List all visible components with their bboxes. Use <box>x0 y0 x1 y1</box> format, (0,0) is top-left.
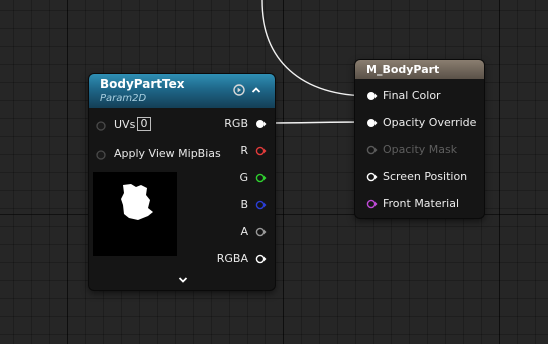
node-title: M_BodyPart <box>366 63 440 76</box>
material-node-header[interactable]: M_BodyPart <box>355 60 484 79</box>
input-pin-final-color[interactable] <box>366 91 378 101</box>
mipbias-input-pin[interactable] <box>95 150 107 160</box>
texture-preview <box>93 172 177 256</box>
uvs-input-pin[interactable] <box>95 121 107 131</box>
output-pin-rgb[interactable] <box>255 119 267 129</box>
input-label-screen-position: Screen Position <box>383 170 468 183</box>
material-output-node[interactable]: M_BodyPart Final Color Opacity Override … <box>355 60 484 218</box>
output-label-g: G <box>239 171 248 184</box>
mipbias-label: Apply View MipBias <box>114 147 221 160</box>
output-pin-a[interactable] <box>255 227 267 237</box>
node-subtitle: Param2D <box>100 93 147 104</box>
play-circle-icon[interactable] <box>232 83 246 97</box>
output-label-a: A <box>240 225 248 238</box>
uvs-label: UVs <box>114 118 136 131</box>
texture-parameter-node[interactable]: BodyPartTex Param2D UVs 0 Apply View Mip… <box>89 74 275 290</box>
input-pin-opacity-mask[interactable] <box>366 145 378 155</box>
texture-node-header[interactable]: BodyPartTex Param2D <box>89 74 275 108</box>
output-pin-r[interactable] <box>255 146 267 156</box>
node-title: BodyPartTex <box>100 77 185 91</box>
input-pin-front-material[interactable] <box>366 199 378 209</box>
body-part-shape-icon <box>121 184 153 220</box>
output-label-rgba: RGBA <box>216 252 248 265</box>
input-label-opacity-mask: Opacity Mask <box>383 143 458 156</box>
output-pin-g[interactable] <box>255 173 267 183</box>
output-pin-b[interactable] <box>255 200 267 210</box>
chevron-down-icon[interactable] <box>176 274 190 286</box>
input-label-front-material: Front Material <box>383 197 460 210</box>
output-label-r: R <box>240 144 248 157</box>
input-label-opacity-override: Opacity Override <box>383 116 477 129</box>
output-pin-rgba[interactable] <box>255 254 267 264</box>
output-label-rgb: RGB <box>224 117 248 130</box>
uvs-value-field[interactable]: 0 <box>137 117 151 131</box>
chevron-up-icon[interactable] <box>249 83 263 97</box>
output-label-b: B <box>240 198 248 211</box>
input-pin-screen-position[interactable] <box>366 172 378 182</box>
input-label-final-color: Final Color <box>383 89 441 102</box>
input-pin-opacity-override[interactable] <box>366 118 378 128</box>
